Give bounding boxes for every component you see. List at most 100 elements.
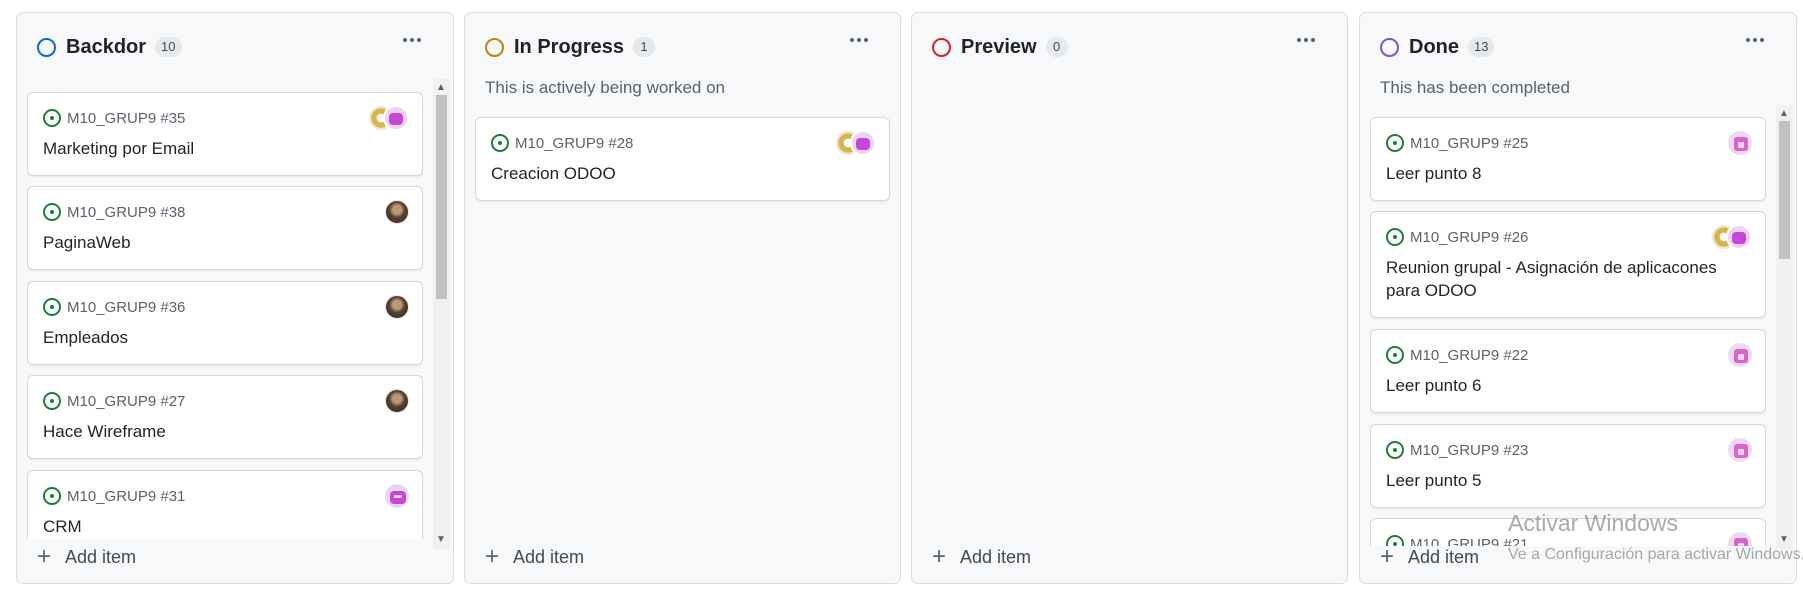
card-list-scrollbar[interactable]: ▲ ▼ xyxy=(433,79,450,549)
avatar xyxy=(850,130,876,156)
open-issue-icon xyxy=(1386,346,1404,364)
column-menu-button[interactable] xyxy=(1746,38,1764,42)
card-list: M10_GRUP9 #25 Leer punto 8 M10_GRUP9 #26… xyxy=(1370,105,1766,546)
open-issue-icon xyxy=(1386,441,1404,459)
add-item-label: Add item xyxy=(513,546,585,567)
issue-card[interactable]: M10_GRUP9 #23 Leer punto 5 xyxy=(1370,424,1766,508)
avatar[interactable] xyxy=(385,484,409,508)
column-header: Preview 0 xyxy=(932,33,1068,61)
issue-title[interactable]: Leer punto 8 xyxy=(1386,162,1745,185)
issue-reference: M10_GRUP9 #36 xyxy=(67,298,186,316)
issue-card[interactable]: M10_GRUP9 #31 CRM xyxy=(27,470,423,539)
issue-card[interactable]: M10_GRUP9 #26 Reunion grupal - Asignació… xyxy=(1370,211,1766,318)
issue-reference: M10_GRUP9 #35 xyxy=(67,109,186,127)
open-issue-icon xyxy=(43,298,61,316)
issue-title[interactable]: PaginaWeb xyxy=(43,231,402,254)
issue-reference: M10_GRUP9 #27 xyxy=(67,392,186,410)
column-menu-button[interactable] xyxy=(1297,38,1315,42)
avatar[interactable] xyxy=(1728,343,1752,367)
issue-reference: M10_GRUP9 #31 xyxy=(67,487,186,505)
add-item-button[interactable]: + Add item xyxy=(932,545,1031,569)
column-title: In Progress xyxy=(514,35,625,58)
plus-icon: + xyxy=(1380,543,1395,570)
avatar xyxy=(1726,224,1752,250)
watermark-subtitle: Ve a Configuración para activar Windows. xyxy=(1508,546,1803,563)
avatar[interactable] xyxy=(385,389,409,413)
card-list: M10_GRUP9 #35 Marketing por Email M10_GR… xyxy=(27,79,423,539)
scroll-down-icon[interactable]: ▼ xyxy=(436,535,446,545)
plus-icon: + xyxy=(932,543,947,570)
scroll-thumb[interactable] xyxy=(1779,121,1790,259)
issue-card[interactable]: M10_GRUP9 #35 Marketing por Email xyxy=(27,92,423,176)
column-header: Done 13 xyxy=(1380,33,1495,61)
avatar[interactable] xyxy=(385,200,409,224)
assignees-avatar-stack[interactable] xyxy=(836,130,876,156)
open-issue-icon xyxy=(1386,134,1404,152)
issue-card[interactable]: M10_GRUP9 #36 Empleados xyxy=(27,281,423,365)
issue-reference: M10_GRUP9 #28 xyxy=(515,134,634,152)
open-issue-icon xyxy=(43,203,61,221)
add-item-label: Add item xyxy=(65,546,137,567)
column-backdor: Backdor 10 M10_GRUP9 #35 Marketing por E… xyxy=(16,12,454,584)
column-description: This is actively being worked on xyxy=(485,78,726,97)
item-count-badge: 13 xyxy=(1468,37,1495,57)
status-circle-icon xyxy=(37,37,56,57)
open-issue-icon xyxy=(491,134,509,152)
issue-reference: M10_GRUP9 #38 xyxy=(67,203,186,221)
scroll-thumb[interactable] xyxy=(436,95,447,299)
issue-card[interactable]: M10_GRUP9 #27 Hace Wireframe xyxy=(27,375,423,459)
status-circle-icon xyxy=(485,37,504,57)
issue-title[interactable]: Leer punto 6 xyxy=(1386,374,1745,397)
watermark-title: Activar Windows xyxy=(1508,510,1678,536)
avatar[interactable] xyxy=(385,295,409,319)
issue-card[interactable]: M10_GRUP9 #38 PaginaWeb xyxy=(27,186,423,270)
issue-card[interactable]: M10_GRUP9 #28 Creacion ODOO xyxy=(475,117,890,201)
add-item-label: Add item xyxy=(1408,546,1480,567)
avatar[interactable] xyxy=(1728,438,1752,462)
assignees-avatar-stack[interactable] xyxy=(369,105,409,131)
column-menu-button[interactable] xyxy=(403,38,421,42)
add-item-button[interactable]: + Add item xyxy=(37,545,136,569)
plus-icon: + xyxy=(485,543,500,570)
item-count-badge: 1 xyxy=(633,37,656,57)
issue-reference: M10_GRUP9 #26 xyxy=(1410,228,1529,246)
card-list-scrollbar[interactable]: ▲ ▼ xyxy=(1776,105,1793,549)
open-issue-icon xyxy=(43,487,61,505)
issue-title[interactable]: CRM xyxy=(43,515,402,538)
issue-reference: M10_GRUP9 #25 xyxy=(1410,134,1529,152)
issue-title[interactable]: Hace Wireframe xyxy=(43,420,402,443)
add-item-button[interactable]: + Add item xyxy=(1380,545,1479,569)
column-description: This has been completed xyxy=(1380,78,1570,97)
avatar xyxy=(383,105,409,131)
column-done: Done 13 This has been completed M10_GRUP… xyxy=(1359,12,1797,584)
status-circle-icon xyxy=(932,37,951,57)
issue-title[interactable]: Marketing por Email xyxy=(43,137,402,160)
issue-title[interactable]: Leer punto 5 xyxy=(1386,469,1745,492)
issue-title[interactable]: Creacion ODOO xyxy=(491,162,869,185)
avatar[interactable] xyxy=(1728,131,1752,155)
issue-title[interactable]: Empleados xyxy=(43,326,402,349)
issue-card[interactable]: M10_GRUP9 #25 Leer punto 8 xyxy=(1370,117,1766,201)
item-count-badge: 0 xyxy=(1045,37,1068,57)
column-preview: Preview 0 + Add item xyxy=(911,12,1348,584)
add-item-label: Add item xyxy=(960,546,1032,567)
card-list: M10_GRUP9 #28 Creacion ODOO xyxy=(475,105,890,545)
item-count-badge: 10 xyxy=(155,37,182,57)
scroll-up-icon[interactable]: ▲ xyxy=(1779,109,1789,119)
scroll-up-icon[interactable]: ▲ xyxy=(436,83,446,93)
open-issue-icon xyxy=(43,109,61,127)
status-circle-icon xyxy=(1380,37,1399,57)
add-item-button[interactable]: + Add item xyxy=(485,545,584,569)
open-issue-icon xyxy=(43,392,61,410)
open-issue-icon xyxy=(1386,228,1404,246)
assignees-avatar-stack[interactable] xyxy=(1712,224,1752,250)
column-in-progress: In Progress 1 This is actively being wor… xyxy=(464,12,901,584)
column-menu-button[interactable] xyxy=(850,38,868,42)
issue-title[interactable]: Reunion grupal - Asignación de aplicacon… xyxy=(1386,256,1745,302)
issue-card[interactable]: M10_GRUP9 #22 Leer punto 6 xyxy=(1370,329,1766,413)
issue-reference: M10_GRUP9 #23 xyxy=(1410,441,1529,459)
issue-reference: M10_GRUP9 #22 xyxy=(1410,346,1529,364)
column-title: Preview xyxy=(961,35,1037,58)
windows-activation-watermark: Activar Windows Ve a Configuración para … xyxy=(1508,510,1803,564)
plus-icon: + xyxy=(37,543,52,570)
